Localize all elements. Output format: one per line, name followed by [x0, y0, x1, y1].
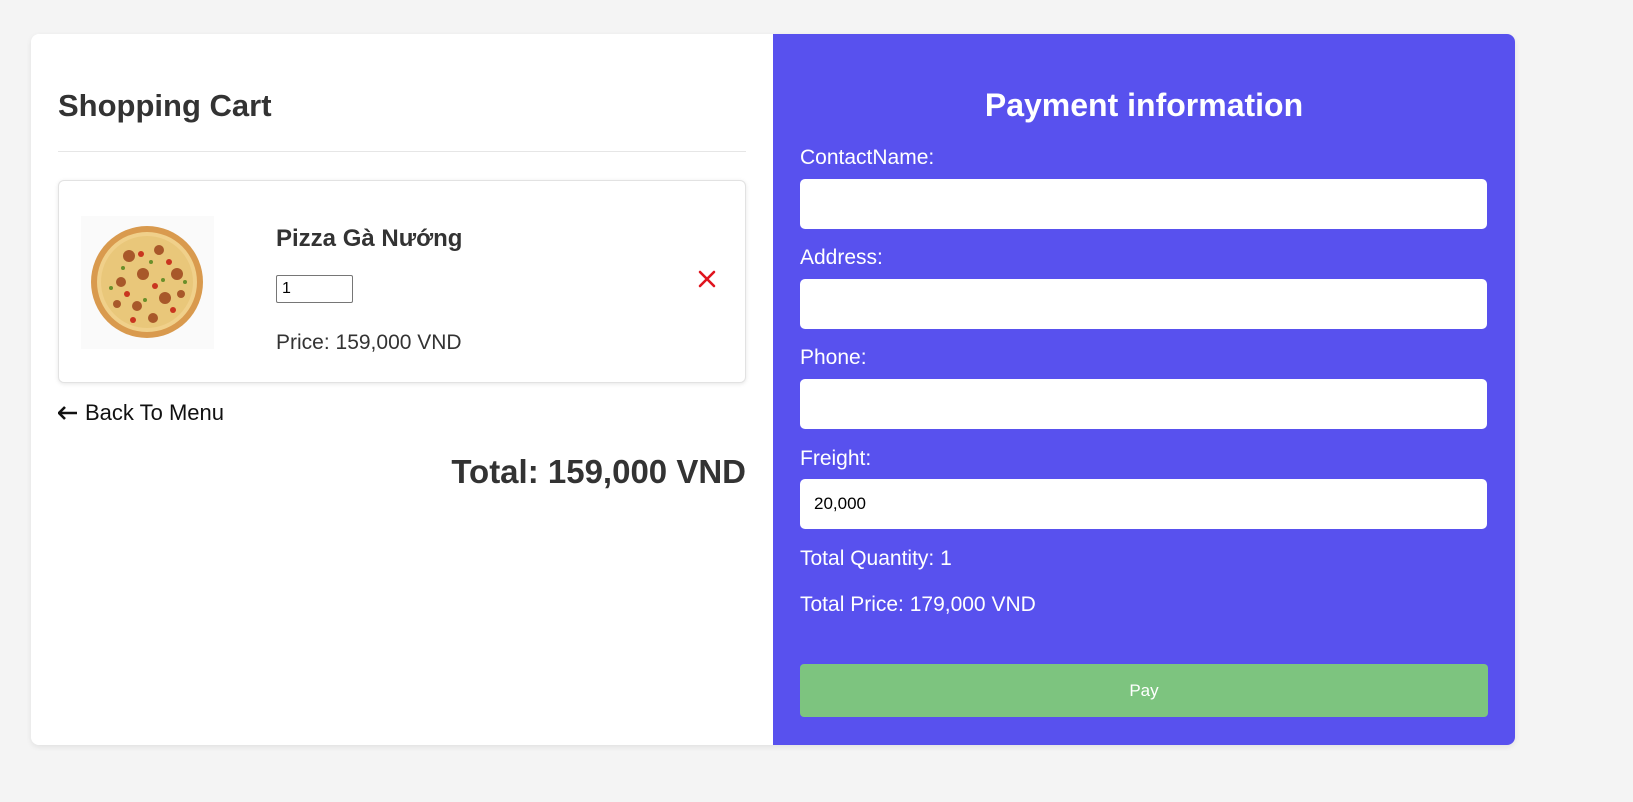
total-quantity: Total Quantity: 1: [800, 547, 952, 570]
quantity-input[interactable]: [276, 275, 353, 303]
close-icon: [698, 270, 716, 288]
address-input[interactable]: [800, 279, 1487, 329]
contact-name-input[interactable]: [800, 179, 1487, 229]
remove-item-button[interactable]: [695, 267, 719, 291]
cart-title: Shopping Cart: [58, 88, 272, 123]
contact-name-label: ContactName:: [800, 146, 935, 169]
total-price: Total Price: 179,000 VND: [800, 593, 1036, 616]
payment-panel: Payment information ContactName: Address…: [773, 34, 1515, 745]
arrow-left-icon: [58, 406, 77, 420]
item-price: Price: 159,000 VND: [276, 331, 462, 354]
checkout-page: Shopping Cart Pizza Gà Nướng 1 Price: 15…: [31, 34, 1515, 745]
address-label: Address:: [800, 246, 883, 269]
cart-total: Total: 159,000 VND: [451, 453, 746, 490]
pay-button[interactable]: Pay: [800, 664, 1488, 717]
cart-item: Pizza Gà Nướng Price: 159,000 VND: [58, 180, 746, 383]
pizza-image: [81, 216, 214, 349]
item-name: Pizza Gà Nướng: [276, 225, 463, 252]
pizza-illustration: [91, 226, 203, 338]
freight-label: Freight:: [800, 447, 872, 470]
back-to-menu-link[interactable]: Back To Menu: [58, 400, 224, 426]
cart-divider: [58, 151, 746, 152]
shopping-cart-panel: Shopping Cart Pizza Gà Nướng 1 Price: 15…: [31, 34, 773, 745]
phone-label: Phone:: [800, 346, 867, 369]
back-to-menu-label: Back To Menu: [85, 400, 225, 425]
phone-input[interactable]: [800, 379, 1487, 429]
freight-input[interactable]: [800, 479, 1487, 529]
payment-title: Payment information: [984, 87, 1304, 123]
